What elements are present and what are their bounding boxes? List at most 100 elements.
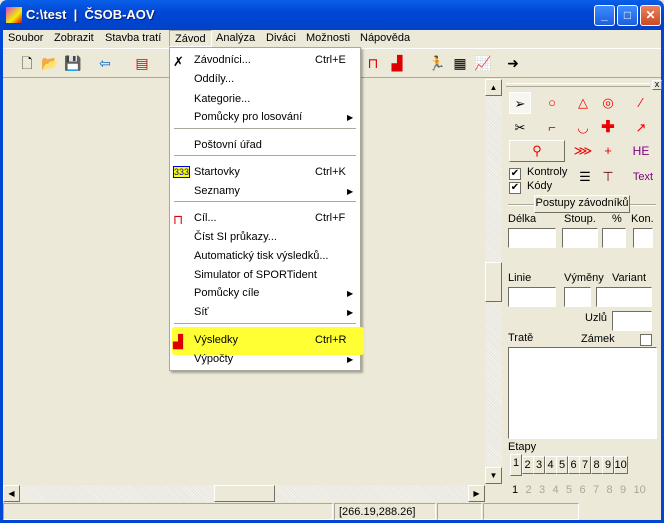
kontroly-checkbox[interactable]: ✔ xyxy=(509,168,521,180)
menu-item-label: Výsledky xyxy=(194,334,239,346)
scroll-up-button[interactable]: ▲ xyxy=(485,79,502,96)
line-tool-icon[interactable]: ⌐ xyxy=(541,117,563,139)
cup-tool-icon[interactable]: ◡ xyxy=(572,117,594,139)
menu-moznosti[interactable]: Možnosti xyxy=(306,32,350,44)
etapa-tab[interactable]: 1 xyxy=(510,454,522,476)
menu-zavod[interactable]: Závod xyxy=(169,30,212,47)
select-arrow-icon[interactable]: ➢ xyxy=(509,92,531,114)
panel-close-button[interactable]: x xyxy=(652,80,662,90)
scroll-thumb-horizontal[interactable] xyxy=(214,485,275,502)
menu-separator xyxy=(174,323,356,325)
minimize-button[interactable]: _ xyxy=(594,5,615,26)
uzlu-field[interactable] xyxy=(612,311,652,331)
menu-item-pomůcky-cíle[interactable]: Pomůcky cíle ▶ xyxy=(170,287,360,303)
crossing-tool-icon[interactable]: ⁄ xyxy=(630,92,652,114)
etapa-tab[interactable]: 4 xyxy=(544,456,557,474)
save-icon[interactable]: 💾 xyxy=(64,54,82,72)
maximize-button[interactable]: □ xyxy=(617,5,638,26)
etapa-number[interactable]: 5 xyxy=(566,484,572,496)
finish-arrow-tool-icon[interactable]: ↗ xyxy=(630,117,652,139)
triangle-tool-icon[interactable]: △ xyxy=(572,92,594,114)
marker-tool-icon[interactable]: ⊤ xyxy=(597,166,619,188)
open-folder-icon[interactable]: 📂 xyxy=(41,54,59,72)
menu-item-síť[interactable]: Síť ▶ xyxy=(170,306,360,322)
vertical-scrollbar[interactable]: ▲ ▼ xyxy=(485,79,502,484)
menu-item-cíl[interactable]: ⊓ Cíl... Ctrl+F xyxy=(170,212,360,228)
etapa-tab[interactable]: 10 xyxy=(613,456,628,474)
menu-zobrazit[interactable]: Zobrazit xyxy=(54,32,94,44)
kon-field[interactable] xyxy=(633,228,653,248)
menu-analyza[interactable]: Analýza xyxy=(216,32,255,44)
legend-tool-icon[interactable]: ☰ xyxy=(574,166,596,188)
close-button[interactable]: ✕ xyxy=(640,5,661,26)
etapa-number[interactable]: 8 xyxy=(607,484,613,496)
double-circle-tool-icon[interactable]: ◎ xyxy=(597,92,619,114)
etapa-tab[interactable]: 9 xyxy=(602,456,614,474)
scroll-down-button[interactable]: ▼ xyxy=(485,467,502,484)
table-icon[interactable]: ▦ xyxy=(451,54,469,72)
scroll-thumb-vertical[interactable] xyxy=(485,262,502,302)
menu-item-poštovní-úřad[interactable]: Poštovní úřad xyxy=(170,139,360,155)
linie-field[interactable] xyxy=(508,287,556,307)
chart-icon[interactable]: 📈 xyxy=(474,54,492,72)
menu-item-automatický-tisk-výsledků[interactable]: Automatický tisk výsledků... xyxy=(170,250,360,266)
menu-stavba-trati[interactable]: Stavba tratí xyxy=(105,32,161,44)
etapa-number[interactable]: 9 xyxy=(620,484,626,496)
postupy-button[interactable]: Postupy závodníků xyxy=(534,195,630,213)
menu-soubor[interactable]: Soubor xyxy=(8,32,43,44)
etapa-number[interactable]: 3 xyxy=(539,484,545,496)
first-aid-tool-icon[interactable]: ✚ xyxy=(597,117,619,139)
etapa-tab[interactable]: 8 xyxy=(590,456,603,474)
kody-checkbox[interactable]: ✔ xyxy=(509,182,521,194)
menu-item-závodníci[interactable]: ✗ Závodníci... Ctrl+E xyxy=(170,54,360,70)
text-tool[interactable]: Text xyxy=(628,166,658,188)
scroll-right-button[interactable]: ▶ xyxy=(468,485,485,502)
etapa-tab[interactable]: 6 xyxy=(567,456,580,474)
menu-divaci[interactable]: Diváci xyxy=(266,32,296,44)
circle-tool-icon[interactable]: ○ xyxy=(541,92,563,114)
he-tool[interactable]: HE xyxy=(630,140,652,162)
etapa-number[interactable]: 10 xyxy=(634,484,646,496)
menu-item-pomůcky-pro-losování[interactable]: Pomůcky pro losování ▶ xyxy=(170,111,360,127)
menu-item-číst-si-průkazy[interactable]: Číst SI průkazy... xyxy=(170,231,360,247)
etapa-number[interactable]: 4 xyxy=(553,484,559,496)
finish-toolbar-icon[interactable]: ⊓ xyxy=(364,54,382,72)
menu-item-oddíly[interactable]: Oddíly... xyxy=(170,73,360,89)
submenu-arrow-icon: ▶ xyxy=(347,289,354,298)
menu-item-výpočty[interactable]: Výpočty ▶ xyxy=(170,353,360,369)
trate-list[interactable] xyxy=(508,347,657,439)
etapa-number[interactable]: 2 xyxy=(526,484,532,496)
results-toolbar-icon[interactable]: ▟ xyxy=(388,54,406,72)
percent-field[interactable] xyxy=(602,228,626,248)
print-icon[interactable]: ▤ xyxy=(133,54,151,72)
arrow-in-icon[interactable]: ➜ xyxy=(504,54,522,72)
menu-item-výsledky[interactable]: ▟ Výsledky Ctrl+R xyxy=(170,334,360,350)
menu-item-kategorie[interactable]: Kategorie... xyxy=(170,93,360,109)
etapa-number[interactable]: 7 xyxy=(593,484,599,496)
menu-item-seznamy[interactable]: Seznamy ▶ xyxy=(170,185,360,201)
menu-napoveda[interactable]: Nápověda xyxy=(360,32,410,44)
vymeny-field[interactable] xyxy=(564,287,591,307)
zamek-checkbox[interactable] xyxy=(640,334,652,346)
scissors-tool-icon[interactable]: ✂ xyxy=(509,117,531,139)
runner-toolbar-icon[interactable]: 🏃 xyxy=(428,54,446,72)
menu-item-startovky[interactable]: 333 Startovky Ctrl+K xyxy=(170,166,360,182)
marked-route-tool-icon[interactable]: ⋙ xyxy=(572,140,594,162)
crosshair-tool-icon[interactable]: + xyxy=(597,140,619,162)
etapa-tab[interactable]: 5 xyxy=(556,456,568,474)
variant-field[interactable] xyxy=(596,287,652,307)
etapa-number[interactable]: 6 xyxy=(580,484,586,496)
etapa-number[interactable]: 1 xyxy=(512,484,518,496)
horizontal-scrollbar[interactable]: ◀ ▶ xyxy=(3,485,485,502)
scroll-left-button[interactable]: ◀ xyxy=(3,485,20,502)
kon-label: Kon. xyxy=(631,213,654,225)
etapa-tab[interactable]: 3 xyxy=(533,456,545,474)
delka-field[interactable] xyxy=(508,228,556,248)
new-file-icon[interactable]: 🗋 xyxy=(18,54,36,72)
etapa-tab[interactable]: 7 xyxy=(579,456,591,474)
course-tool-button[interactable]: ⚲ xyxy=(509,140,565,162)
import-icon[interactable]: ⇦ xyxy=(96,54,114,72)
stoup-field[interactable] xyxy=(562,228,598,248)
etapa-tab[interactable]: 2 xyxy=(521,456,534,474)
menu-item-simulator-of-sportident[interactable]: Simulator of SPORTident xyxy=(170,269,360,285)
